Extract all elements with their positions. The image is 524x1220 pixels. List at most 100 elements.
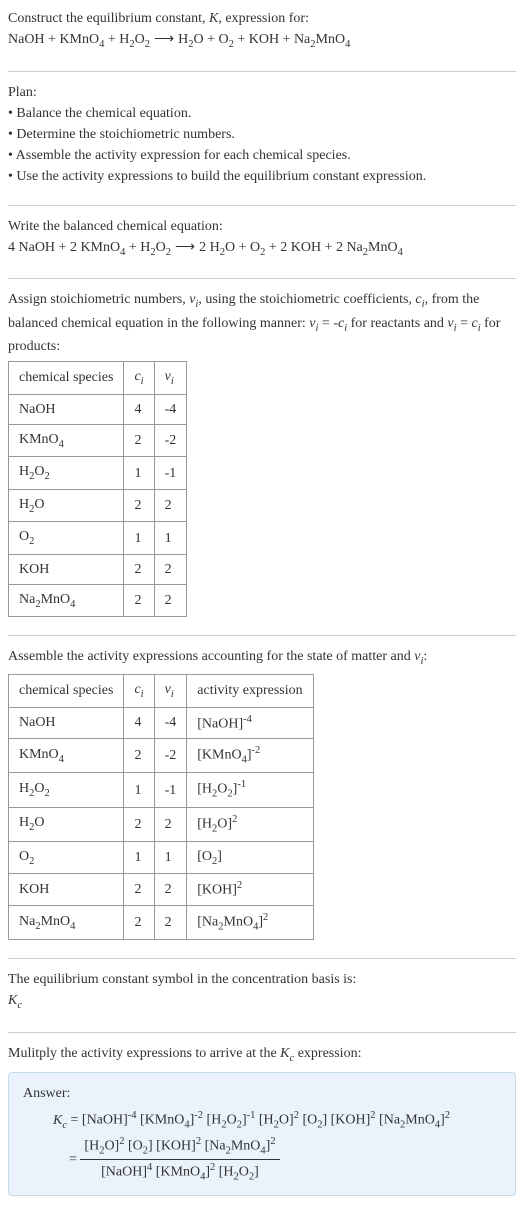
cell: 2 — [124, 584, 154, 617]
table-row: O211 — [9, 522, 187, 555]
table-row: H2O22[H2O]2 — [9, 807, 314, 841]
cell: KMnO4 — [9, 424, 124, 457]
cell: -4 — [154, 394, 187, 424]
cell: [KOH]2 — [187, 874, 313, 906]
table-row: KOH22[KOH]2 — [9, 874, 314, 906]
table-header-row: chemical species ci νi activity expressi… — [9, 675, 314, 708]
plan-section: Plan: • Balance the chemical equation. •… — [8, 82, 516, 195]
cell: NaOH — [9, 707, 124, 739]
plan-item: • Determine the stoichiometric numbers. — [8, 124, 516, 145]
cell: KOH — [9, 874, 124, 906]
table-row: Na2MnO422 — [9, 584, 187, 617]
plan-item: • Balance the chemical equation. — [8, 103, 516, 124]
multiply-text: Mulitply the activity expressions to arr… — [8, 1043, 516, 1067]
plan-title: Plan: — [8, 82, 516, 103]
divider — [8, 205, 516, 206]
cell: Na2MnO4 — [9, 906, 124, 940]
cell: [H2O2]-1 — [187, 773, 313, 807]
divider — [8, 635, 516, 636]
cell: 2 — [154, 874, 187, 906]
cell: [KMnO4]-2 — [187, 739, 313, 773]
assign-text: Assign stoichiometric numbers, νi, using… — [8, 289, 516, 357]
table-header-row: chemical species ci νi — [9, 362, 187, 395]
cell: H2O — [9, 807, 124, 841]
balanced-title: Write the balanced chemical equation: — [8, 216, 516, 237]
cell: 2 — [124, 739, 154, 773]
cell: 2 — [154, 807, 187, 841]
cell: [NaOH]-4 — [187, 707, 313, 739]
header-cell: chemical species — [9, 362, 124, 395]
header-cell: ci — [124, 675, 154, 708]
answer-label: Answer: — [23, 1083, 501, 1104]
cell: -4 — [154, 707, 187, 739]
header-cell: νi — [154, 675, 187, 708]
table-row: H2O22 — [9, 489, 187, 522]
cell: 2 — [124, 489, 154, 522]
cell: 2 — [124, 424, 154, 457]
table-row: Na2MnO422[Na2MnO4]2 — [9, 906, 314, 940]
cell: 2 — [124, 874, 154, 906]
balanced-equation: 4 NaOH + 2 KMnO4 + H2O2⟶2 H2O + O2 + 2 K… — [8, 237, 516, 261]
cell: 1 — [124, 457, 154, 490]
activity-table: chemical species ci νi activity expressi… — [8, 674, 314, 940]
cell: 2 — [154, 489, 187, 522]
cell: KOH — [9, 554, 124, 584]
cell: 4 — [124, 394, 154, 424]
assemble-title: Assemble the activity expressions accoun… — [8, 646, 516, 670]
cell: [H2O]2 — [187, 807, 313, 841]
table-row: H2O21-1 — [9, 457, 187, 490]
table-row: KOH22 — [9, 554, 187, 584]
cell: 2 — [124, 554, 154, 584]
cell: [O2] — [187, 841, 313, 874]
table-row: H2O21-1[H2O2]-1 — [9, 773, 314, 807]
table-row: KMnO42-2[KMnO4]-2 — [9, 739, 314, 773]
fraction-numerator: [H2O]2 [O2] [KOH]2 [Na2MnO4]2 — [80, 1134, 279, 1160]
cell: O2 — [9, 841, 124, 874]
divider — [8, 71, 516, 72]
cell: O2 — [9, 522, 124, 555]
divider — [8, 1032, 516, 1033]
cell: NaOH — [9, 394, 124, 424]
header-cell: νi — [154, 362, 187, 395]
plan-item: • Assemble the activity expression for e… — [8, 145, 516, 166]
multiply-section: Mulitply the activity expressions to arr… — [8, 1043, 516, 1204]
assign-section: Assign stoichiometric numbers, νi, using… — [8, 289, 516, 625]
cell: KMnO4 — [9, 739, 124, 773]
divider — [8, 278, 516, 279]
kc-product-line: Kc = [NaOH]-4 [KMnO4]-2 [H2O2]-1 [H2O]2 … — [53, 1108, 501, 1133]
cell: 2 — [154, 906, 187, 940]
intro-line1: Construct the equilibrium constant, K, e… — [8, 8, 516, 29]
table-row: NaOH4-4 — [9, 394, 187, 424]
answer-box: Answer: Kc = [NaOH]-4 [KMnO4]-2 [H2O2]-1… — [8, 1072, 516, 1196]
assemble-section: Assemble the activity expressions accoun… — [8, 646, 516, 948]
answer-formula: Kc = [NaOH]-4 [KMnO4]-2 [H2O2]-1 [H2O]2 … — [23, 1108, 501, 1185]
cell: 1 — [124, 522, 154, 555]
divider — [8, 958, 516, 959]
header-cell: chemical species — [9, 675, 124, 708]
cell: 2 — [124, 807, 154, 841]
symbol-text: The equilibrium constant symbol in the c… — [8, 969, 516, 990]
cell: -2 — [154, 739, 187, 773]
cell: 2 — [154, 554, 187, 584]
intro-section: Construct the equilibrium constant, K, e… — [8, 8, 516, 61]
kc-fraction-line: = [H2O]2 [O2] [KOH]2 [Na2MnO4]2 [NaOH]4 … — [53, 1134, 501, 1185]
stoichiometric-table: chemical species ci νi NaOH4-4 KMnO42-2 … — [8, 361, 187, 617]
header-cell: activity expression — [187, 675, 313, 708]
header-cell: ci — [124, 362, 154, 395]
plan-item: • Use the activity expressions to build … — [8, 166, 516, 187]
cell: 2 — [124, 906, 154, 940]
cell: -1 — [154, 457, 187, 490]
cell: -1 — [154, 773, 187, 807]
balanced-section: Write the balanced chemical equation: 4 … — [8, 216, 516, 269]
cell: 1 — [154, 522, 187, 555]
table-row: O211[O2] — [9, 841, 314, 874]
intro-equation: NaOH + KMnO4 + H2O2⟶H2O + O2 + KOH + Na2… — [8, 29, 516, 53]
cell: 4 — [124, 707, 154, 739]
table-row: NaOH4-4[NaOH]-4 — [9, 707, 314, 739]
cell: -2 — [154, 424, 187, 457]
cell: Na2MnO4 — [9, 584, 124, 617]
table-row: KMnO42-2 — [9, 424, 187, 457]
cell: H2O2 — [9, 773, 124, 807]
cell: 2 — [154, 584, 187, 617]
symbol-kc: Kc — [8, 990, 516, 1014]
